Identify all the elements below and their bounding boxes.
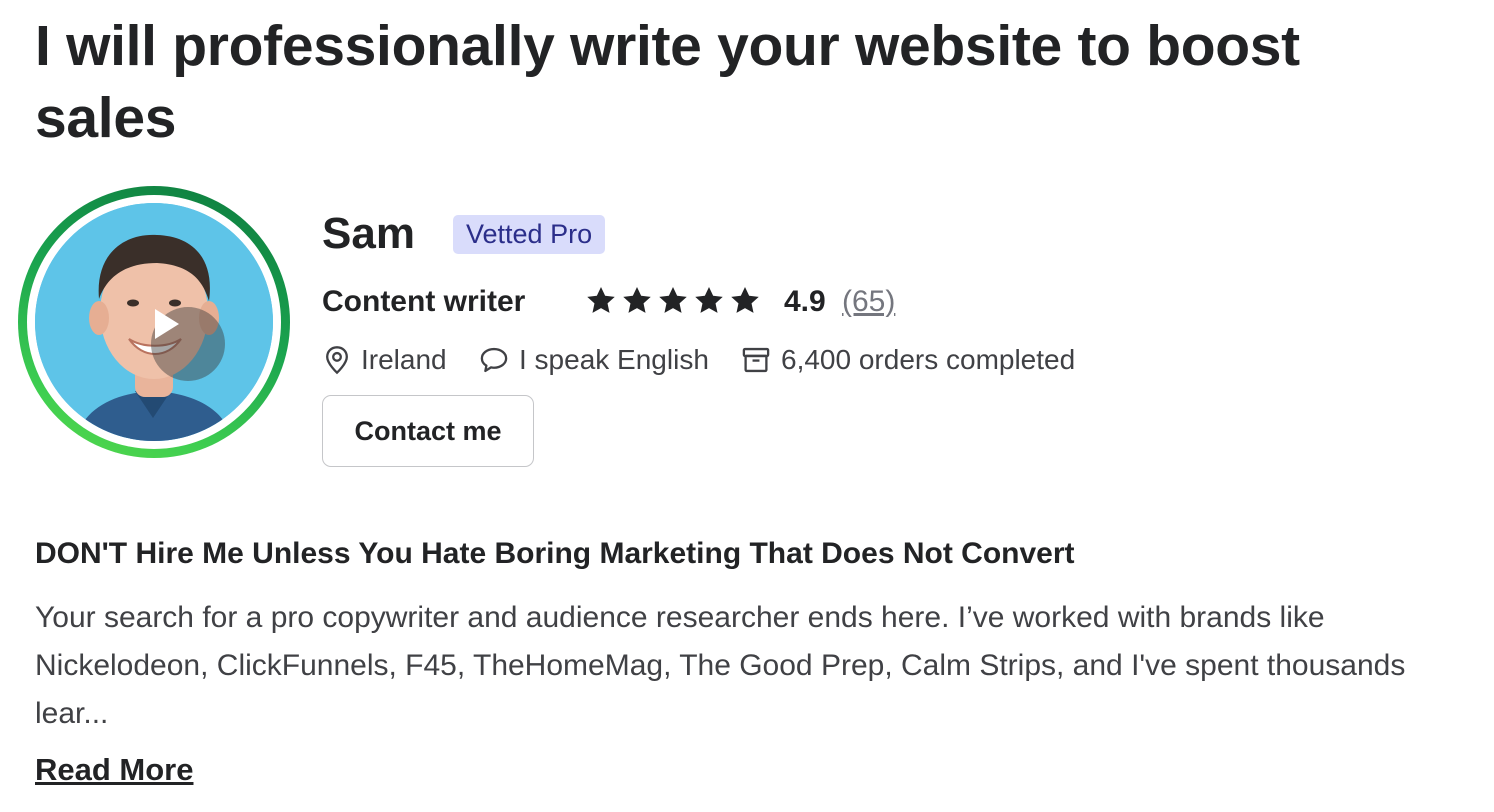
contact-me-button[interactable]: Contact me: [322, 395, 534, 467]
star-icon: [695, 287, 723, 313]
archive-box-icon: [742, 347, 770, 373]
read-more-link[interactable]: Read More: [35, 749, 193, 791]
about-headline: DON'T Hire Me Unless You Hate Boring Mar…: [35, 537, 1075, 570]
languages-text: I speak English: [519, 344, 709, 375]
play-video-button[interactable]: [151, 307, 225, 381]
seller-languages: I speak English: [479, 340, 709, 380]
star-icon: [731, 287, 759, 313]
chat-bubble-icon: [480, 347, 508, 373]
about-description: Your search for a pro copywriter and aud…: [35, 601, 1406, 730]
seller-avatar-ring[interactable]: [18, 186, 290, 458]
vetted-pro-badge: Vetted Pro: [453, 215, 606, 254]
star-icon: [659, 287, 687, 313]
seller-orders: 6,400 orders completed: [741, 340, 1075, 380]
seller-location: Ireland: [323, 340, 447, 380]
rating-stars: [585, 285, 761, 317]
avatar[interactable]: [35, 203, 273, 441]
play-icon: [155, 309, 179, 339]
seller-role: Content writer: [322, 285, 526, 318]
star-icon: [587, 287, 615, 313]
gig-title: I will professionally write your website…: [35, 14, 1300, 150]
location-text: Ireland: [361, 344, 447, 375]
location-pin-icon: [326, 346, 348, 375]
orders-text: 6,400 orders completed: [781, 344, 1076, 375]
rating-score: 4.9: [784, 285, 826, 318]
reviews-count-link[interactable]: (65): [842, 282, 895, 322]
seller-name[interactable]: Sam: [322, 206, 415, 262]
gig-page: I will professionally write your website…: [0, 0, 1494, 812]
star-icon: [623, 287, 651, 313]
